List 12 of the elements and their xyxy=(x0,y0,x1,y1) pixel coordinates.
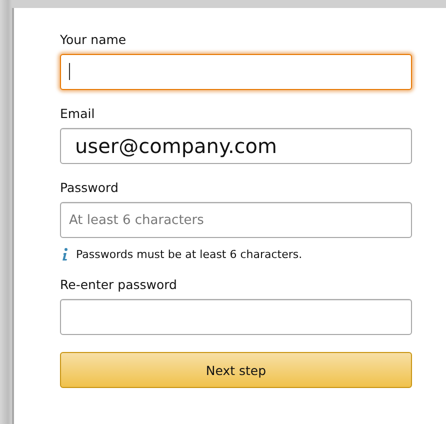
next-step-button[interactable]: Next step xyxy=(60,352,412,388)
info-icon xyxy=(62,248,68,261)
text-cursor xyxy=(69,63,70,80)
input-field[interactable] xyxy=(60,54,412,90)
field-label: Your name xyxy=(60,32,128,48)
field-label: Email xyxy=(60,106,96,122)
field-label: Re-enter password xyxy=(60,277,178,293)
hint-text: Passwords must be at least 6 characters. xyxy=(76,248,302,261)
input-field[interactable]: user@company.com xyxy=(60,128,412,164)
field-label: Password xyxy=(60,180,120,196)
input-field[interactable]: At least 6 characters xyxy=(60,202,412,238)
input-field[interactable] xyxy=(60,299,412,335)
